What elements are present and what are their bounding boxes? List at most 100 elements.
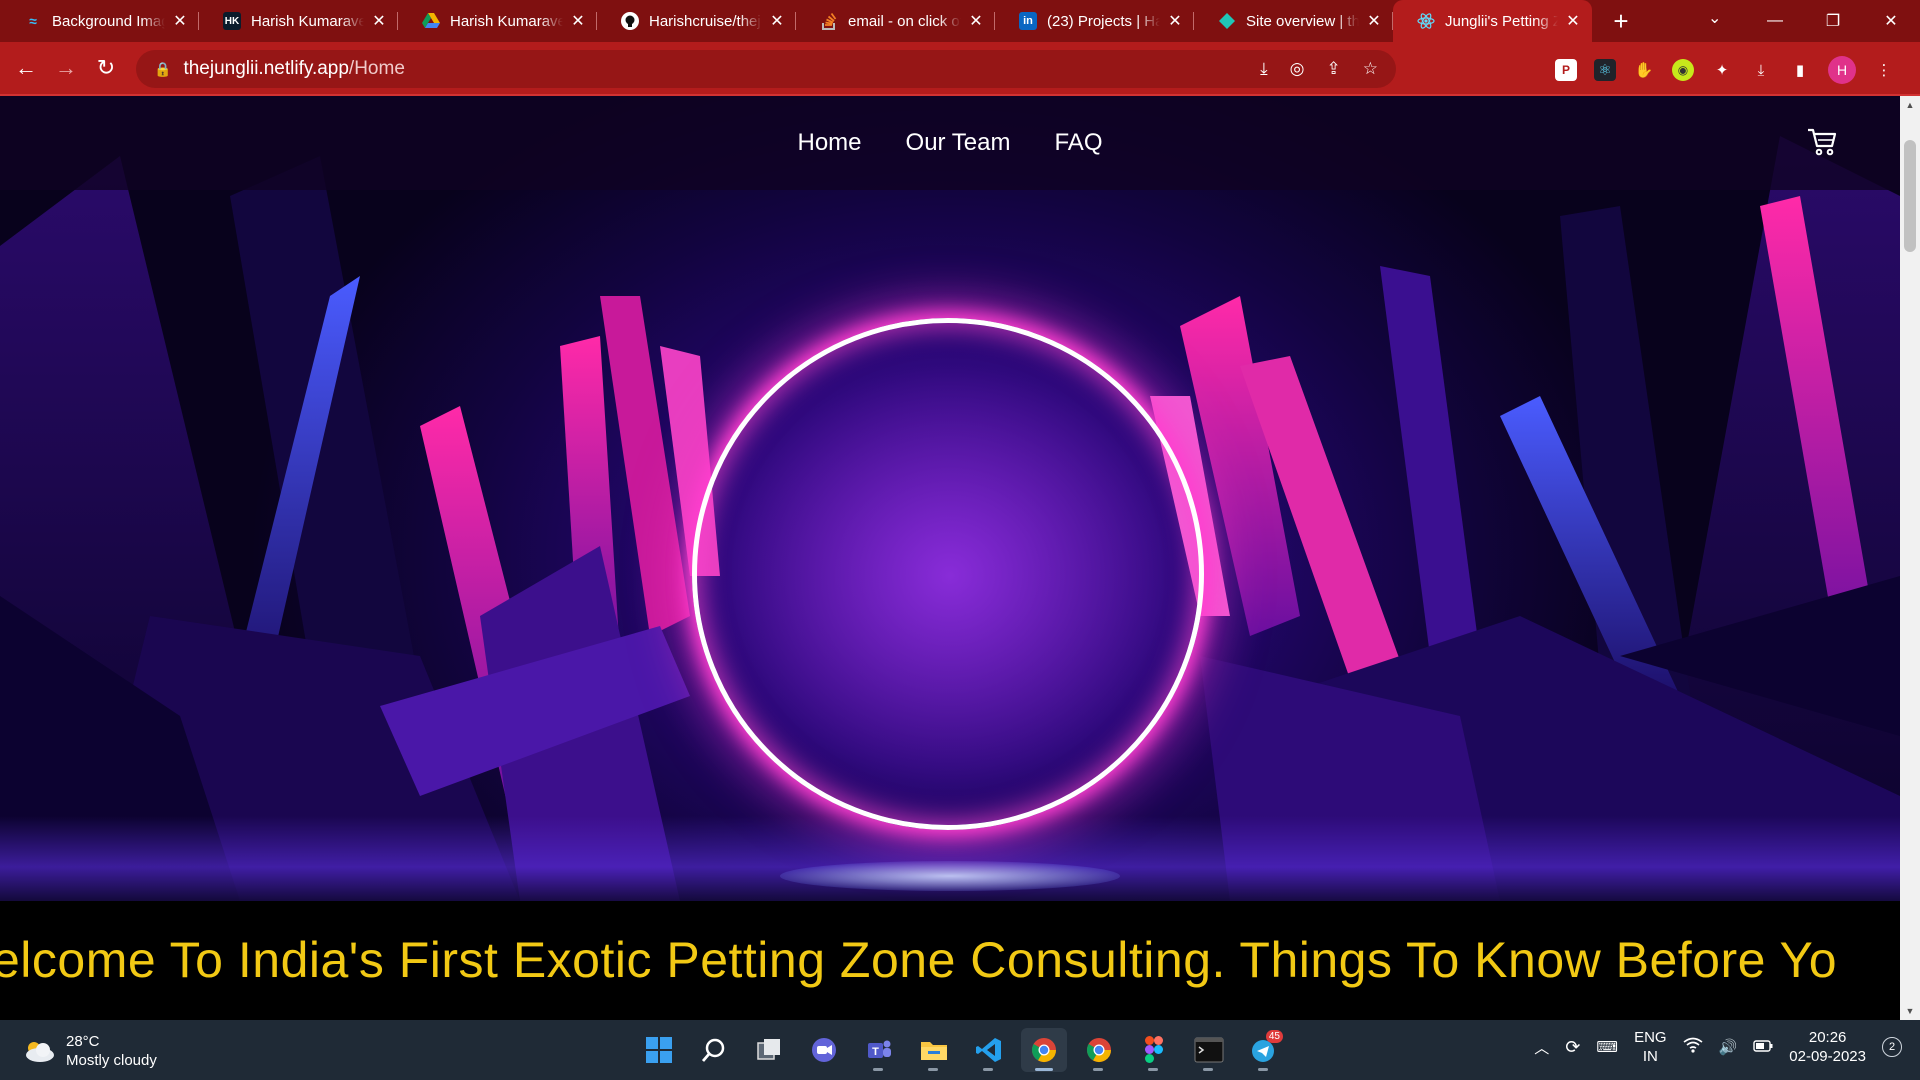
menu-kebab-icon[interactable]: ⋮ [1873, 59, 1895, 81]
search-button[interactable] [691, 1028, 737, 1072]
windows-taskbar: 28°C Mostly cloudy T 45 ︿ ⟳ ⌨ ENG IN 🔊 2… [0, 1020, 1920, 1080]
language-indicator[interactable]: ENG IN [1634, 1028, 1667, 1066]
tab-6[interactable]: Site overview | the ✕ [1194, 0, 1393, 42]
bookmark-star-icon[interactable]: ☆ [1363, 59, 1378, 79]
linkedin-icon: in [1019, 12, 1037, 30]
file-explorer-icon [921, 1042, 947, 1060]
omnibox-actions: ⤓ ◎ ⇪ ☆ [1260, 59, 1378, 79]
forward-arrow-icon[interactable]: → [46, 55, 86, 81]
nav-home-link[interactable]: Home [798, 129, 862, 157]
scroll-down-arrow-icon[interactable]: ▼ [1900, 1006, 1920, 1016]
close-icon[interactable]: ✕ [768, 11, 786, 31]
svg-text:T: T [872, 1046, 879, 1058]
tracking-blocked-eye-icon[interactable]: ◎ [1290, 59, 1305, 79]
window-controls: — ❐ ✕ [1746, 0, 1920, 42]
reload-icon[interactable]: ↻ [86, 55, 126, 81]
close-window-icon[interactable]: ✕ [1862, 11, 1920, 31]
nav-faq-link[interactable]: FAQ [1054, 129, 1102, 157]
tab-title: Harishcruise/thejunglii [649, 12, 762, 30]
close-icon[interactable]: ✕ [1166, 11, 1184, 31]
back-arrow-icon[interactable]: ← [6, 55, 46, 81]
side-panel-icon[interactable]: ▮ [1789, 59, 1811, 81]
start-button[interactable] [636, 1028, 682, 1072]
notification-count-badge[interactable]: 2 [1882, 1037, 1902, 1057]
terminal-button[interactable] [1186, 1028, 1232, 1072]
tab-2[interactable]: Harish Kumaravel ✕ [398, 0, 597, 42]
tab-search-chevron-icon[interactable]: ⌄ [1708, 8, 1721, 28]
chrome-icon [1031, 1038, 1056, 1063]
close-icon[interactable]: ✕ [1564, 11, 1582, 31]
minimize-icon[interactable]: — [1746, 12, 1804, 30]
cart-icon[interactable] [1806, 126, 1838, 158]
scrollbar-thumb[interactable] [1904, 140, 1916, 252]
install-app-icon[interactable]: ⤓ [1260, 59, 1268, 79]
terminal-icon [1194, 1037, 1224, 1063]
new-tab-button[interactable]: + [1606, 6, 1636, 37]
chrome-button-active[interactable] [1021, 1028, 1067, 1072]
keyboard-icon[interactable]: ⌨ [1596, 1038, 1618, 1056]
stackoverflow-icon [820, 12, 838, 30]
show-hidden-icons-chevron-icon[interactable]: ︿ [1534, 1037, 1549, 1058]
wifi-icon[interactable] [1683, 1037, 1703, 1057]
vscode-button[interactable] [966, 1028, 1012, 1072]
scroll-up-arrow-icon[interactable]: ▲ [1900, 100, 1920, 110]
file-explorer-button[interactable] [911, 1028, 957, 1072]
clock[interactable]: 20:26 02-09-2023 [1789, 1028, 1866, 1066]
close-icon[interactable]: ✕ [967, 11, 985, 31]
weather-widget[interactable]: 28°C Mostly cloudy [22, 1032, 157, 1070]
address-bar[interactable]: 🔒 thejunglii.netlify.app/Home ⤓ ◎ ⇪ ☆ [136, 50, 1396, 88]
react-icon [1417, 12, 1435, 30]
sync-icon[interactable]: ⟳ [1565, 1037, 1580, 1058]
tab-0[interactable]: ≈ Background Image ✕ [0, 0, 199, 42]
tab-1[interactable]: HK Harish Kumaravel ✕ [199, 0, 398, 42]
language-code: ENG [1634, 1029, 1667, 1046]
chrome-profile-button[interactable] [1076, 1028, 1122, 1072]
system-tray: ︿ ⟳ ⌨ ENG IN 🔊 20:26 02-09-2023 2 [1534, 1028, 1902, 1066]
pocket-extension-icon[interactable]: P [1555, 59, 1577, 81]
hk-icon: HK [223, 12, 241, 30]
battery-icon[interactable] [1753, 1039, 1773, 1056]
teams-chat-button[interactable] [801, 1028, 847, 1072]
teams-button[interactable]: T [856, 1028, 902, 1072]
extensions-puzzle-icon[interactable]: ✦ [1711, 59, 1733, 81]
hero-banner [0, 96, 1900, 901]
url-host: thejunglii.netlify.app [183, 58, 349, 79]
green-extension-icon[interactable]: ◉ [1672, 59, 1694, 81]
close-icon[interactable]: ✕ [569, 11, 587, 31]
nav-our-team-link[interactable]: Our Team [906, 129, 1011, 157]
profile-avatar[interactable]: H [1828, 56, 1856, 84]
restore-icon[interactable]: ❐ [1804, 11, 1862, 31]
site-navbar: Home Our Team FAQ [0, 96, 1900, 190]
downloads-icon[interactable]: ⤓ [1750, 59, 1772, 81]
react-devtools-icon[interactable]: ⚛ [1594, 59, 1616, 81]
close-icon[interactable]: ✕ [171, 11, 189, 31]
telegram-unread-badge: 45 [1265, 1030, 1283, 1043]
tab-title: Site overview | the [1246, 12, 1359, 30]
hand-extension-icon[interactable]: ✋ [1633, 59, 1655, 81]
vertical-scrollbar[interactable]: ▲ ▼ [1900, 96, 1920, 1020]
lock-icon[interactable]: 🔒 [154, 61, 171, 78]
windows-logo-icon [646, 1037, 672, 1063]
tab-3[interactable]: Harishcruise/thejunglii ✕ [597, 0, 796, 42]
task-view-icon [757, 1039, 780, 1060]
tab-7-active[interactable]: Junglii's Petting Zone ✕ [1393, 0, 1592, 42]
close-icon[interactable]: ✕ [1365, 11, 1383, 31]
share-icon[interactable]: ⇪ [1327, 59, 1341, 79]
teams-chat-icon [812, 1038, 836, 1062]
netlify-icon [1218, 12, 1236, 30]
volume-icon[interactable]: 🔊 [1719, 1038, 1738, 1056]
figma-button[interactable] [1131, 1028, 1177, 1072]
tab-title: Harish Kumaravel [251, 12, 364, 30]
clock-date: 02-09-2023 [1789, 1048, 1866, 1065]
close-icon[interactable]: ✕ [370, 11, 388, 31]
task-view-button[interactable] [746, 1028, 792, 1072]
tailwind-icon: ≈ [29, 13, 37, 29]
taskbar-apps: T 45 [636, 1028, 1287, 1072]
neon-ring [692, 318, 1204, 830]
tab-strip: ≈ Background Image ✕ HK Harish Kumaravel… [0, 0, 1920, 42]
tab-4[interactable]: email - on click of ✕ [796, 0, 995, 42]
telegram-button[interactable]: 45 [1241, 1028, 1287, 1072]
battery-shape [1753, 1039, 1773, 1052]
vscode-icon [976, 1038, 1001, 1062]
tab-5[interactable]: in (23) Projects | Harish ✕ [995, 0, 1194, 42]
